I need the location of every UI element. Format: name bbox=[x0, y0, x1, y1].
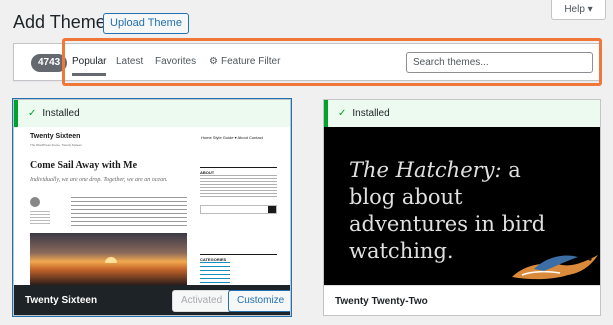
theme-screenshot[interactable]: The Hatchery: a blog about adventures in… bbox=[324, 127, 600, 285]
theme-screenshot[interactable]: Twenty Sixteen The WordPress theme, Twen… bbox=[14, 127, 290, 285]
theme-card-twenty-sixteen[interactable]: ✓ Installed Twenty Sixteen The WordPress … bbox=[13, 99, 291, 316]
installed-notice: ✓ Installed bbox=[14, 100, 290, 127]
page-title: Add Themes bbox=[13, 12, 115, 32]
preview-sunset-image bbox=[30, 233, 187, 285]
theme-footer: Twenty Sixteen Activated Customize bbox=[14, 285, 290, 315]
preview-about-heading: ABOUT bbox=[200, 167, 277, 175]
installed-notice: ✓ Installed bbox=[324, 100, 600, 127]
upload-theme-button[interactable]: Upload Theme bbox=[103, 13, 189, 34]
preview-meta bbox=[30, 211, 50, 225]
checkmark-icon: ✓ bbox=[28, 108, 37, 119]
installed-label: Installed bbox=[352, 108, 390, 119]
preview-site-title: Twenty Sixteen bbox=[30, 133, 81, 140]
bird-illustration bbox=[512, 255, 598, 280]
customize-button[interactable]: Customize bbox=[228, 290, 290, 312]
help-button[interactable]: Help ▾ bbox=[551, 0, 606, 20]
theme-name: Twenty Twenty-Two bbox=[335, 296, 428, 307]
theme-card-twenty-twenty-two[interactable]: ✓ Installed The Hatchery: a blog about ad… bbox=[323, 99, 601, 316]
checkmark-icon: ✓ bbox=[338, 108, 347, 119]
preview-categories-heading: CATEGORIES bbox=[200, 254, 277, 262]
preview-avatar bbox=[30, 197, 40, 207]
preview-search-box bbox=[200, 205, 277, 214]
preview-body-text bbox=[71, 197, 187, 229]
preview-nav: Home Style Guide ▾ About Contact bbox=[201, 135, 263, 140]
preview-post-title: Come Sail Away with Me bbox=[30, 160, 138, 171]
preview-about-text bbox=[200, 175, 277, 199]
sun-shape bbox=[105, 257, 117, 263]
filter-highlight-outline bbox=[62, 38, 602, 86]
preview-headline-em: The Hatchery: bbox=[349, 158, 502, 182]
theme-name: Twenty Sixteen bbox=[25, 295, 98, 306]
theme-footer: Twenty Twenty-Two bbox=[324, 285, 600, 315]
activated-button: Activated bbox=[172, 290, 232, 312]
preview-category-links bbox=[200, 262, 230, 284]
preview-post-subtitle: Individually, we are one drop. Together,… bbox=[30, 177, 168, 183]
preview-tagline: The WordPress theme, Twenty Sixteen bbox=[30, 143, 82, 147]
installed-label: Installed bbox=[42, 108, 80, 119]
